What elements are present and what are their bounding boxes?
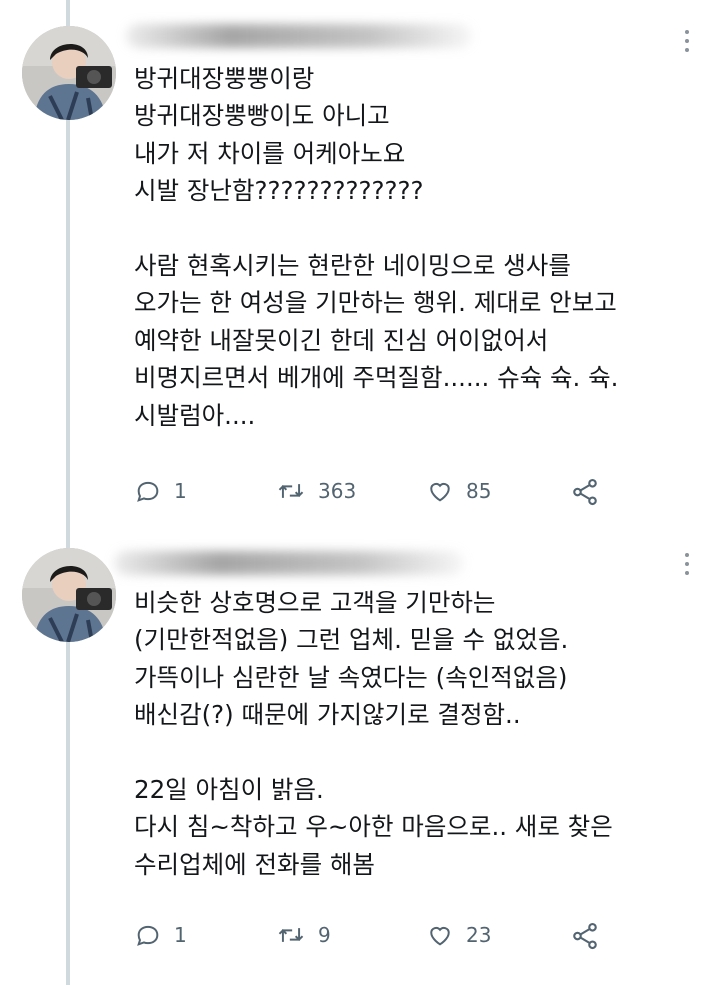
share-button[interactable] bbox=[570, 921, 600, 951]
share-button[interactable] bbox=[570, 477, 600, 507]
retweet-button[interactable]: 363 bbox=[276, 477, 356, 505]
reply-count: 1 bbox=[174, 923, 187, 947]
reply-icon bbox=[137, 481, 159, 502]
tweet-text: 방귀대장뿡뿡이랑 방귀대장뿡빵이도 아니고 내가 저 차이를 어케아노요 시발 … bbox=[134, 64, 619, 430]
blurred-username bbox=[114, 551, 464, 575]
reply-button[interactable]: 1 bbox=[134, 477, 187, 505]
like-button[interactable]: 23 bbox=[426, 921, 491, 949]
reply-count: 1 bbox=[174, 479, 187, 503]
more-options-icon[interactable] bbox=[684, 553, 690, 575]
retweet-count: 9 bbox=[318, 923, 331, 947]
avatar[interactable] bbox=[22, 26, 116, 120]
reply-icon bbox=[137, 925, 159, 946]
more-options-icon[interactable] bbox=[684, 30, 690, 52]
share-icon bbox=[573, 922, 597, 950]
blurred-username bbox=[126, 24, 472, 48]
tweet-actions: 1 363 85 bbox=[134, 477, 694, 511]
thread-connector-line bbox=[66, 0, 70, 985]
share-icon bbox=[573, 478, 597, 506]
retweet-count: 363 bbox=[318, 479, 357, 503]
like-count: 85 bbox=[466, 479, 492, 503]
like-count: 23 bbox=[466, 923, 492, 947]
like-button[interactable]: 85 bbox=[426, 477, 491, 505]
heart-icon bbox=[430, 482, 450, 502]
retweet-icon bbox=[278, 928, 304, 942]
avatar[interactable] bbox=[22, 548, 116, 642]
reply-button[interactable]: 1 bbox=[134, 921, 187, 949]
heart-icon bbox=[430, 926, 450, 946]
retweet-icon bbox=[278, 484, 304, 498]
retweet-button[interactable]: 9 bbox=[276, 921, 331, 949]
tweet-text: 비슷한 상호명으로 고객을 기만하는 (기만한적없음) 그런 업체. 믿을 수 … bbox=[134, 588, 613, 879]
tweet-actions: 1 9 23 bbox=[134, 921, 694, 955]
